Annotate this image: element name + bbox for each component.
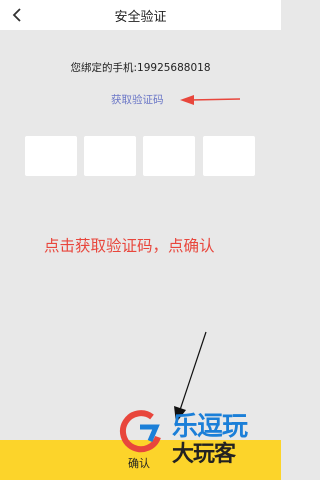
code-input-box-3[interactable] [143,136,195,176]
get-code-link[interactable]: 获取验证码 [111,92,164,107]
instruction-annotation: 点击获取验证码，点确认 [44,237,215,255]
top-bar: 安全验证 [0,0,281,30]
annotation-arrow-left-icon [180,95,241,105]
code-input-box-4[interactable] [203,136,255,176]
watermark-text-secondary: 大玩客 [172,442,236,467]
code-input-box-1[interactable] [25,136,77,176]
watermark-logo-icon [120,410,161,453]
bound-phone-text: 您绑定的手机:19925688018 [70,62,211,74]
code-input-box-2[interactable] [84,136,136,176]
page-title: 安全验证 [114,10,167,25]
